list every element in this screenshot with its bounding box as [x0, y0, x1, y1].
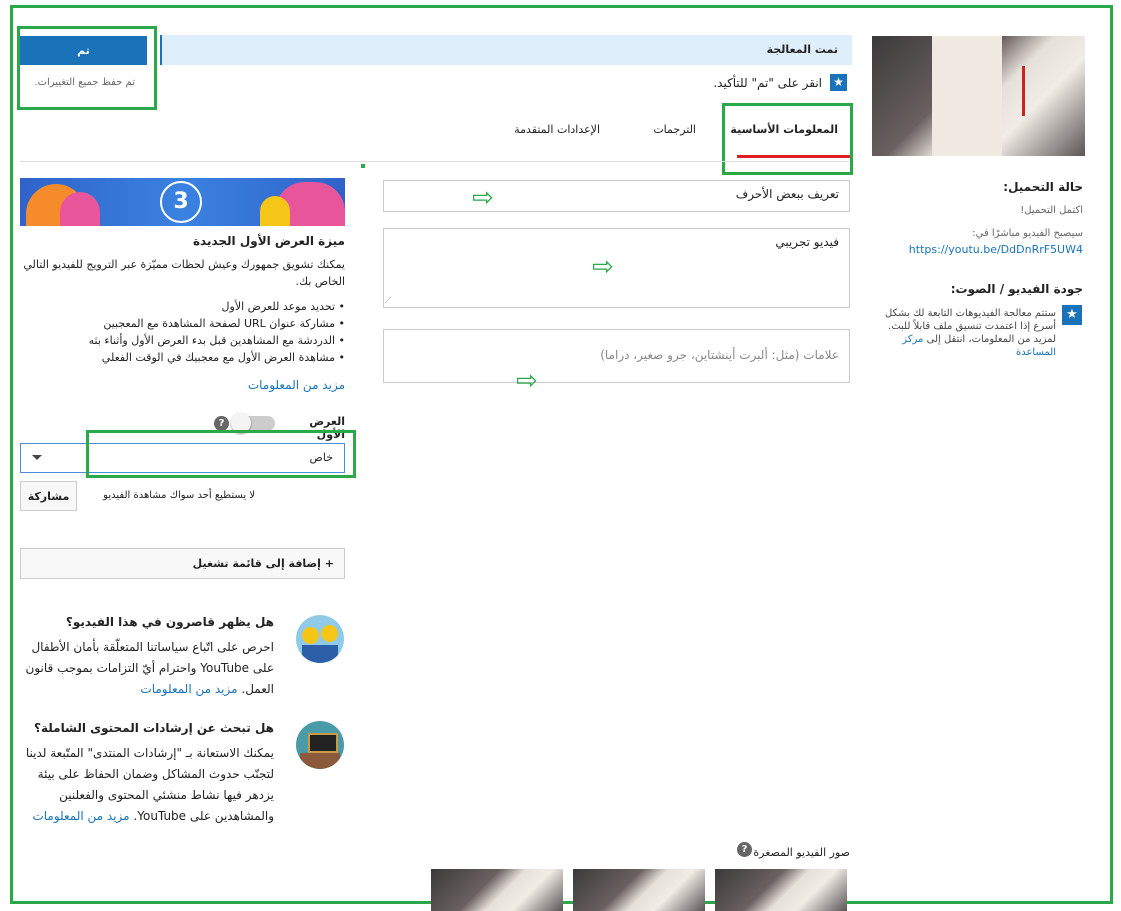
- saved-note: تم حفظ جميع التغييرات.: [34, 77, 135, 88]
- guidelines-illustration-icon: [296, 721, 344, 769]
- premiere-help-icon[interactable]: ?: [214, 416, 229, 431]
- green-dot: [361, 164, 365, 168]
- guidelines-text-block: يمكنك الاستعانة بـ "إرشادات المنتدى" الم…: [20, 743, 274, 827]
- kids-text-block: احرص على اتّباع سياساتنا المتعلّقة بأمان…: [20, 637, 274, 700]
- quality-heading: جودة الفيديو / الصوت:: [950, 282, 1083, 296]
- premiere-description: يمكنك تشويق جمهورك وعيش لحظات مميّزة عبر…: [23, 258, 345, 288]
- quality-text-block: ستتم معالجة الفيديوهات التابعة لك بشكل أ…: [866, 307, 1056, 359]
- kid-left-face-icon: [302, 627, 319, 644]
- title-input[interactable]: تعريف ببعض الأحرف: [383, 180, 850, 212]
- thumbnails-help-icon[interactable]: ?: [737, 842, 752, 857]
- guidelines-more-link[interactable]: مزيد من المعلومات: [32, 809, 129, 823]
- premiere-bullet: • مشاهدة العرض الأول مع معجبيك في الوقت …: [101, 351, 345, 364]
- video-preview-thumbnail[interactable]: [872, 36, 1085, 156]
- thumbnails-label: صور الفيديو المصغرة: [753, 846, 850, 859]
- thumbnail-option-3[interactable]: [431, 869, 563, 911]
- kid-right-face-icon: [321, 625, 338, 642]
- premiere-toggle-switch[interactable]: [231, 413, 275, 433]
- banner-character-yellow-icon: [260, 196, 290, 226]
- tabs-divider: [20, 161, 850, 162]
- countdown-number: 3: [173, 189, 189, 214]
- kids-title: هل يظهر قاصرون في هذا الفيديو؟: [65, 615, 274, 629]
- processing-title: تمت المعالجة: [766, 43, 838, 56]
- tab-translations[interactable]: الترجمات: [630, 123, 696, 136]
- add-to-playlist-button[interactable]: + إضافة إلى قائمة تشغيل: [20, 548, 345, 579]
- annotation-box-privacy: [86, 430, 356, 478]
- arrow-annotation-icon: ⇨: [516, 366, 538, 396]
- kids-illustration-icon: [296, 615, 344, 663]
- available-at-text: سيصبح الفيديو مباشرًا في:: [972, 228, 1083, 239]
- premiere-bullet: • مشاركة عنوان URL لصفحة المشاهدة مع الم…: [103, 317, 345, 330]
- quality-star-icon: ★: [1062, 305, 1082, 325]
- tab-basic-info[interactable]: المعلومات الأساسية: [725, 123, 838, 136]
- tags-input[interactable]: علامات (مثل: ألبرت أينشتاين، جرو صغير، د…: [383, 329, 850, 383]
- share-button[interactable]: مشاركة: [20, 481, 77, 511]
- premiere-title: ميزة العرض الأول الجديدة: [192, 234, 345, 248]
- tab-advanced[interactable]: الإعدادات المتقدمة: [480, 123, 600, 136]
- board-icon: [308, 733, 338, 753]
- premiere-bullet: • الدردشة مع المشاهدين قبل بدء العرض الأ…: [88, 334, 345, 347]
- video-url-link[interactable]: https://youtu.be/DdDnRrF5UW4: [900, 243, 1083, 256]
- kids-body-icon: [302, 645, 338, 663]
- chevron-down-icon: [32, 455, 42, 460]
- banner-character-pink-icon: [60, 192, 100, 226]
- confirm-hint: انقر على "تم" للتأكيد.: [713, 76, 822, 90]
- upload-status-heading: حالة التحميل:: [1003, 180, 1083, 194]
- star-icon: ★: [830, 74, 847, 91]
- thumbnail-option-1[interactable]: [715, 869, 847, 911]
- premiere-bullet: • تحديد موعد للعرض الأول: [221, 300, 345, 313]
- kids-more-link[interactable]: مزيد من المعلومات: [140, 682, 237, 696]
- tab-active-underline: [737, 155, 850, 158]
- description-textarea[interactable]: فيديو تجريبي: [383, 228, 850, 308]
- done-button[interactable]: تم: [20, 36, 147, 65]
- upload-status-text: اكتمل التحميل!: [1020, 205, 1083, 216]
- preview-red-mark-icon: [1022, 66, 1045, 116]
- privacy-note: لا يستطيع أحد سواك مشاهدة الفيديو: [103, 490, 255, 501]
- thumbnail-option-2[interactable]: [573, 869, 705, 911]
- premiere-bullets: • تحديد موعد للعرض الأول • مشاركة عنوان …: [20, 298, 345, 366]
- resize-handle-icon[interactable]: ⟋: [385, 296, 391, 306]
- premiere-more-link[interactable]: مزيد من المعلومات: [20, 378, 345, 392]
- desk-icon: [300, 753, 340, 769]
- premiere-banner: 3: [20, 178, 345, 226]
- arrow-annotation-icon: ⇨: [472, 183, 494, 213]
- arrow-annotation-icon: ⇨: [592, 252, 614, 282]
- preview-paper: [932, 36, 1002, 156]
- annotation-box-tab: [722, 103, 853, 175]
- add-to-playlist-label: + إضافة إلى قائمة تشغيل: [192, 557, 334, 570]
- guidelines-title: هل تبحث عن إرشادات المحتوى الشاملة؟: [34, 721, 274, 735]
